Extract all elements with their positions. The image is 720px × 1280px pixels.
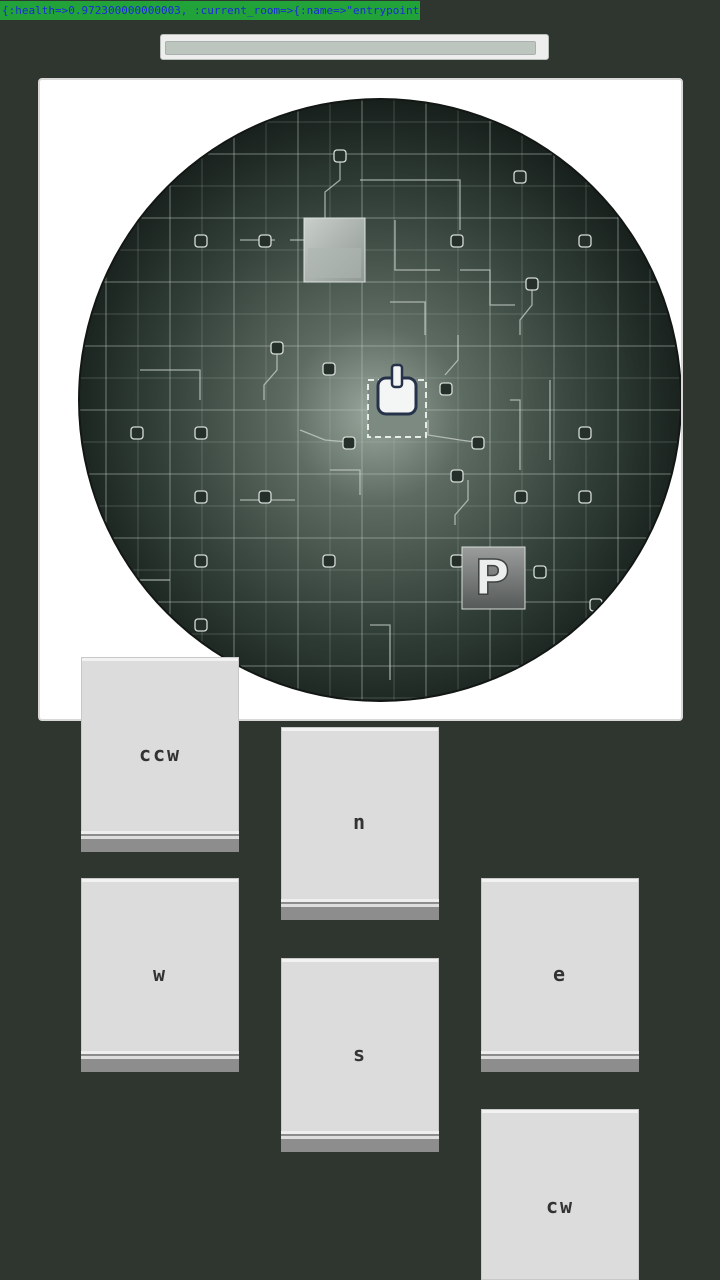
- circuit-node: [194, 554, 208, 568]
- move-south-label: s: [352, 1042, 368, 1066]
- key-base: [281, 899, 439, 920]
- health-bar: [160, 34, 549, 60]
- circuit-node: [270, 341, 284, 355]
- circuit-node: [525, 277, 539, 291]
- circuit-node: [513, 170, 527, 184]
- circuit-node: [450, 469, 464, 483]
- circuit-node: [194, 426, 208, 440]
- game-map: P: [78, 98, 681, 702]
- circuit-node: [258, 490, 272, 504]
- circuit-node: [130, 426, 144, 440]
- circuit-node: [578, 234, 592, 248]
- key-base: [281, 1131, 439, 1152]
- circuit-node: [322, 362, 336, 376]
- circuit-node: [322, 554, 336, 568]
- circuit-node: [258, 234, 272, 248]
- circuit-node: [514, 490, 528, 504]
- circuit-node: [578, 490, 592, 504]
- circuit-node: [450, 234, 464, 248]
- move-south-button[interactable]: s: [281, 958, 439, 1152]
- circuit-node: [439, 382, 453, 396]
- rotate-ccw-button[interactable]: ccw: [81, 657, 239, 852]
- parking-tile: P: [461, 546, 526, 610]
- game-viewport[interactable]: P: [38, 78, 683, 721]
- key-base: [81, 831, 239, 852]
- stone-block: [303, 217, 366, 283]
- circuit-node: [578, 426, 592, 440]
- move-west-button[interactable]: w: [81, 878, 239, 1072]
- circuit-node: [342, 436, 356, 450]
- health-bar-fill: [165, 41, 536, 55]
- move-north-label: n: [352, 810, 368, 834]
- circuit-node: [333, 149, 347, 163]
- key-base: [81, 1051, 239, 1072]
- parking-tile-letter: P: [474, 550, 509, 606]
- move-west-label: w: [152, 962, 168, 986]
- rotate-ccw-label: ccw: [138, 742, 182, 766]
- move-east-label: e: [552, 962, 568, 986]
- circuit-node: [194, 234, 208, 248]
- rotate-cw-label: cw: [545, 1194, 575, 1218]
- rotate-cw-button[interactable]: cw: [481, 1109, 639, 1280]
- circuit-node: [194, 490, 208, 504]
- move-east-button[interactable]: e: [481, 878, 639, 1072]
- debug-state-readout: {:health=>0.972300000000003, :current_ro…: [0, 1, 420, 20]
- circuit-node: [450, 554, 464, 568]
- circuit-node: [194, 618, 208, 632]
- key-base: [481, 1051, 639, 1072]
- circuit-node: [533, 565, 547, 579]
- move-north-button[interactable]: n: [281, 727, 439, 920]
- circuit-node: [471, 436, 485, 450]
